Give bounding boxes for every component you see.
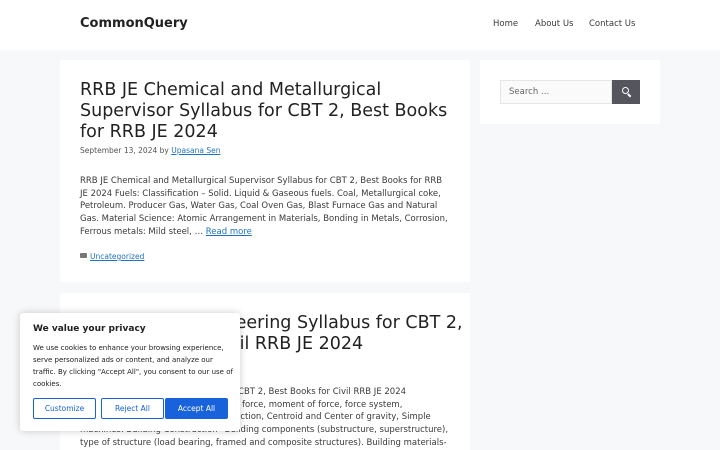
reject-all-button[interactable]: Reject All [101,398,164,419]
search-input[interactable]: Search … [500,80,612,104]
post-meta: September 13, 2024 by Upasana Sen [80,146,220,155]
post-categories: Uncategorized [80,252,144,261]
site-logo[interactable]: CommonQuery [80,16,188,31]
nav-contact-us[interactable]: Contact Us [589,19,635,29]
site-header: CommonQuery Home About Us Contact Us [0,0,720,50]
post-by: by [159,146,169,155]
accept-all-button[interactable]: Accept All [165,398,228,419]
read-more-link[interactable]: Read more [206,227,252,237]
search-icon [622,87,629,94]
cookie-banner-text: We use cookies to enhance your browsing … [33,344,233,388]
sidebar-search-widget: Search … [480,60,660,124]
post-date[interactable]: September 13, 2024 [80,146,157,155]
category-link[interactable]: Uncategorized [90,252,144,261]
post-excerpt: RRB JE Chemical and Metallurgical Superv… [80,175,452,239]
folder-icon [80,253,87,258]
post-author-link[interactable]: Upasana Sen [171,146,220,155]
post-card: RRB JE Chemical and Metallurgical Superv… [60,60,470,282]
post-excerpt-text: RRB JE Chemical and Metallurgical Superv… [80,176,448,237]
customize-button[interactable]: Customize [33,398,96,419]
post-title[interactable]: RRB JE Chemical and Metallurgical Superv… [80,80,465,143]
nav-home[interactable]: Home [493,19,518,29]
nav-about-us[interactable]: About Us [535,19,573,29]
cookie-consent-banner: We value your privacy We use cookies to … [20,313,240,431]
search-button[interactable] [612,80,640,104]
cookie-banner-title: We value your privacy [33,324,146,334]
